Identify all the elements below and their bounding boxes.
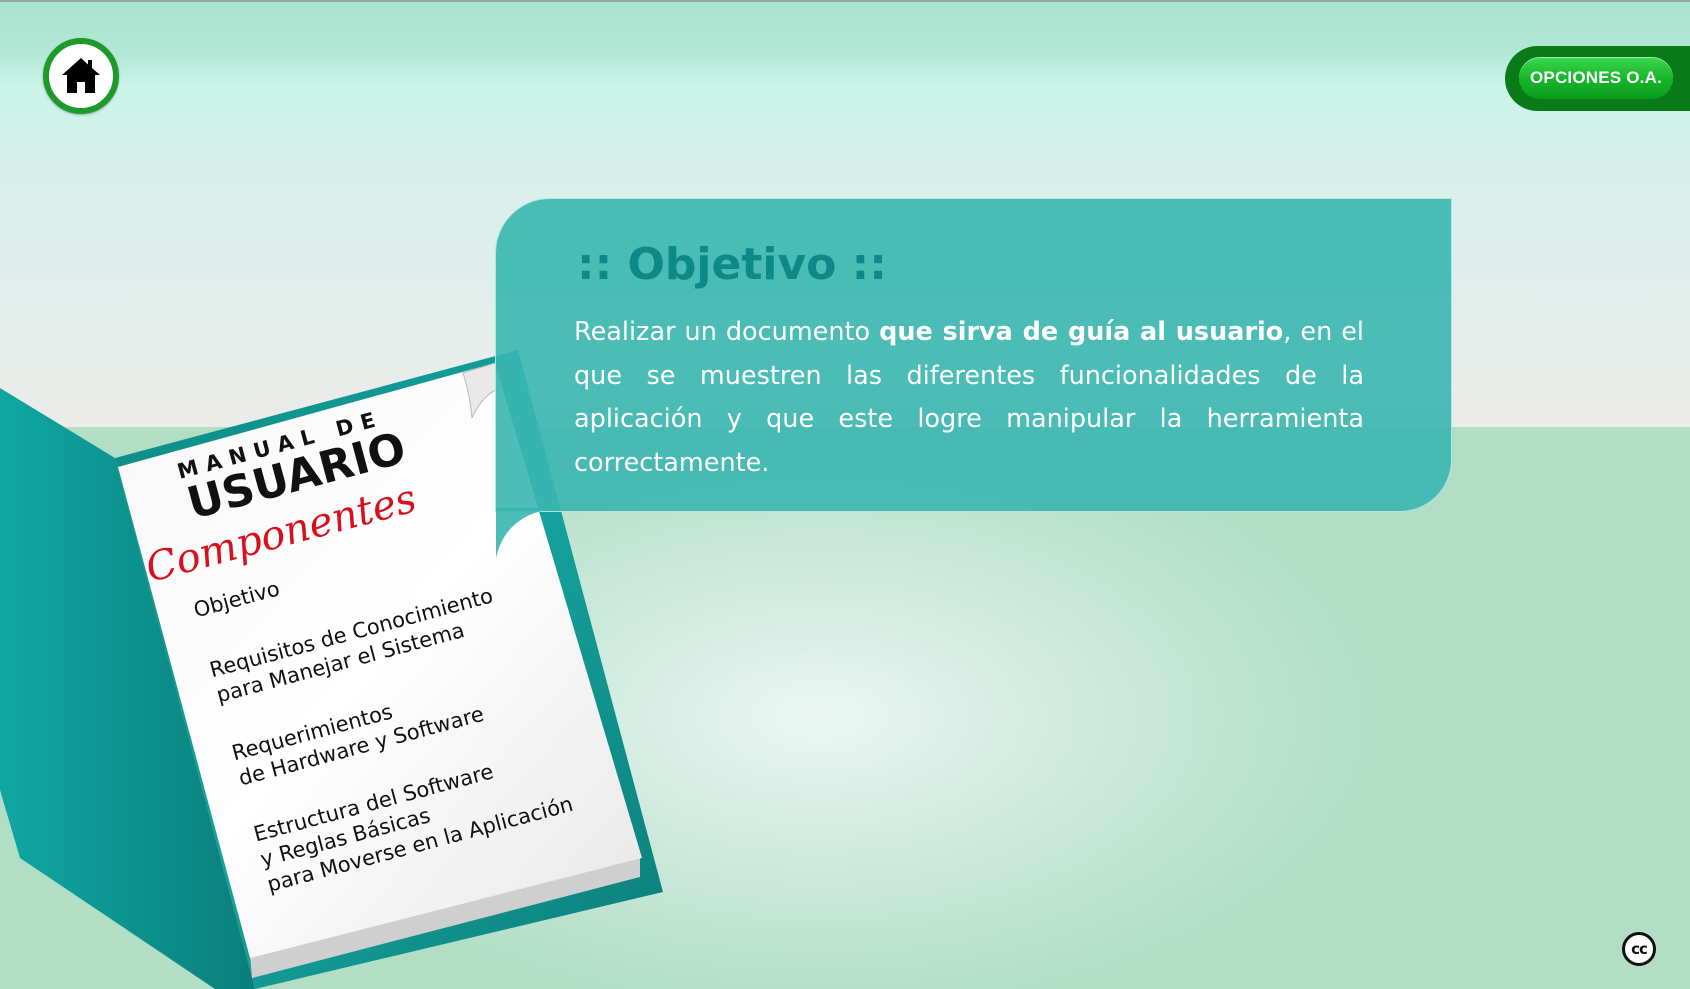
objective-bubble: :: Objetivo :: Realizar un documento que…	[495, 198, 1452, 512]
objective-text: Realizar un documento que sirva de guía …	[574, 311, 1364, 485]
options-panel: OPCIONES O.A.	[1505, 46, 1690, 111]
objective-text-start: Realizar un documento	[574, 317, 880, 347]
objective-title: :: Objetivo ::	[577, 239, 887, 290]
options-button[interactable]: OPCIONES O.A.	[1519, 57, 1673, 99]
objective-text-bold: que sirva de guía al usuario	[879, 317, 1284, 347]
creative-commons-icon[interactable]: cc	[1622, 932, 1656, 966]
